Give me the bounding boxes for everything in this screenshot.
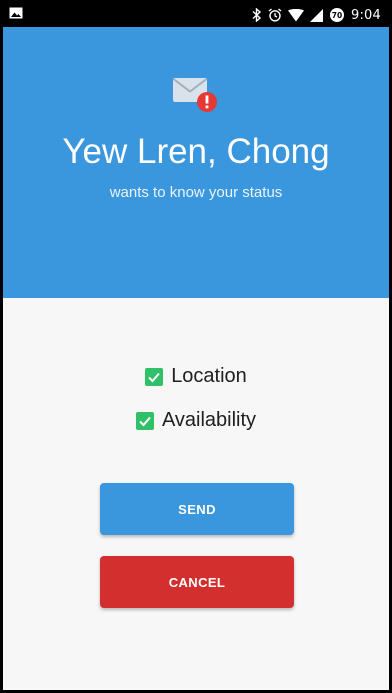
image-icon — [9, 7, 23, 23]
notification-badge-count: 70 — [332, 11, 342, 20]
notification-badge: 70 — [329, 7, 345, 23]
availability-label: Availability — [161, 409, 257, 431]
request-header: Yew Lren, Chong wants to know your statu… — [3, 27, 389, 298]
alarm-icon — [268, 8, 282, 22]
request-subtitle: wants to know your status — [109, 184, 283, 201]
bluetooth-icon — [252, 8, 262, 22]
check-icon — [148, 372, 160, 382]
location-checkbox[interactable] — [145, 367, 164, 386]
request-options: Location Availability SEND CANCEL — [3, 298, 389, 690]
location-label: Location — [171, 365, 247, 387]
availability-checkbox[interactable] — [135, 411, 154, 430]
mail-alert-icon — [171, 76, 221, 114]
availability-option[interactable]: Availability — [3, 409, 389, 432]
send-button[interactable]: SEND — [100, 483, 294, 535]
status-bar: 70 9:04 — [3, 3, 389, 27]
check-icon — [139, 416, 151, 426]
cancel-button[interactable]: CANCEL — [100, 556, 294, 608]
wifi-icon — [288, 8, 304, 22]
signal-icon — [310, 8, 323, 22]
app-frame: 70 9:04 Yew Lren, Chong wants to know yo… — [3, 3, 389, 690]
location-option[interactable]: Location — [3, 365, 389, 388]
requester-name: Yew Lren, Chong — [62, 132, 330, 171]
clock-time: 9:04 — [351, 7, 381, 23]
